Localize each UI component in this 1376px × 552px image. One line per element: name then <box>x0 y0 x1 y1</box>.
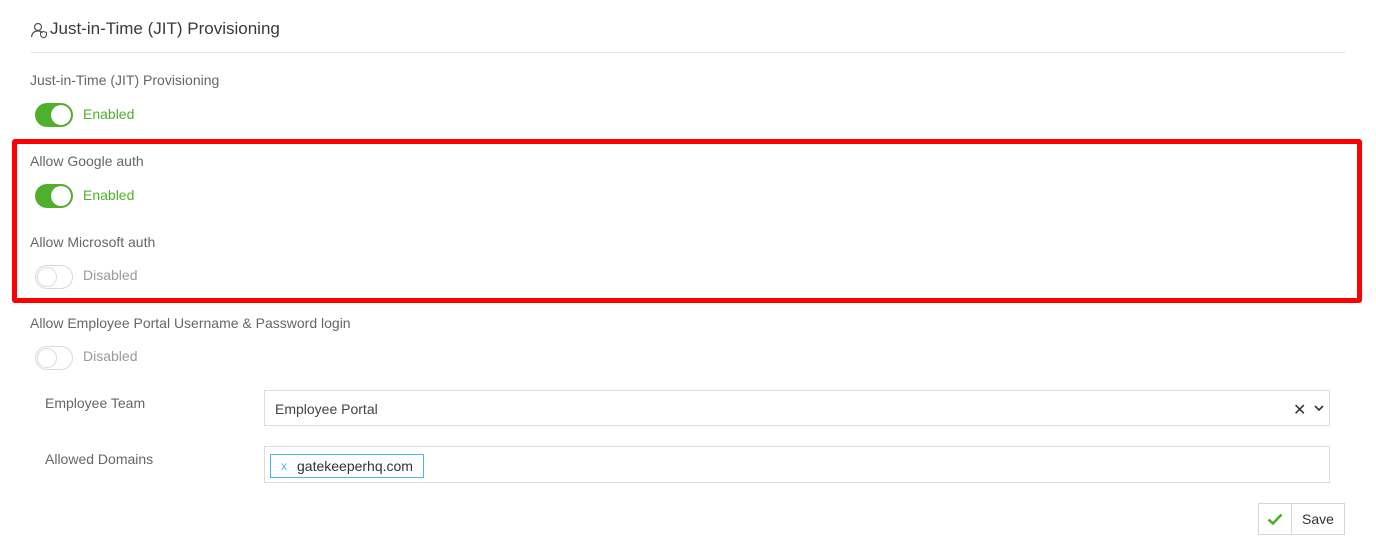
toggle-knob <box>51 105 71 125</box>
allowed-domains-label: Allowed Domains <box>45 451 154 467</box>
domain-tag: x gatekeeperhq.com <box>270 454 424 478</box>
password-login-state: Disabled <box>83 348 138 364</box>
toggle-knob <box>51 186 71 206</box>
user-shield-icon <box>30 22 48 39</box>
employee-team-select[interactable]: Employee Portal ✕ <box>264 390 1330 426</box>
save-button[interactable]: Save <box>1258 503 1345 535</box>
save-label: Save <box>1302 511 1334 527</box>
jit-provisioning-label: Just-in-Time (JIT) Provisioning <box>30 72 220 88</box>
jit-provisioning-toggle[interactable] <box>35 103 73 127</box>
employee-team-label: Employee Team <box>45 395 146 411</box>
password-login-toggle[interactable] <box>35 346 73 370</box>
toggle-knob <box>37 267 57 287</box>
close-icon[interactable]: ✕ <box>1293 400 1306 420</box>
password-login-label: Allow Employee Portal Username & Passwor… <box>30 315 351 331</box>
toggle-knob <box>37 348 57 368</box>
employee-team-value: Employee Portal <box>275 401 378 417</box>
google-auth-state: Enabled <box>83 187 135 203</box>
google-auth-label: Allow Google auth <box>30 153 144 169</box>
section-header: Just-in-Time (JIT) Provisioning <box>30 18 1346 53</box>
jit-provisioning-state: Enabled <box>83 106 135 122</box>
microsoft-auth-state: Disabled <box>83 267 138 283</box>
remove-tag-icon[interactable]: x <box>281 459 287 473</box>
google-auth-toggle[interactable] <box>35 184 73 208</box>
microsoft-auth-label: Allow Microsoft auth <box>30 234 156 250</box>
check-icon <box>1267 513 1283 526</box>
microsoft-auth-toggle[interactable] <box>35 265 73 289</box>
allowed-domains-input[interactable]: x gatekeeperhq.com <box>264 446 1330 483</box>
chevron-down-icon[interactable] <box>1313 403 1325 413</box>
highlight-box <box>12 139 1362 303</box>
page-title: Just-in-Time (JIT) Provisioning <box>50 19 280 38</box>
domain-tag-label: gatekeeperhq.com <box>297 458 413 474</box>
save-check-area <box>1259 504 1292 534</box>
